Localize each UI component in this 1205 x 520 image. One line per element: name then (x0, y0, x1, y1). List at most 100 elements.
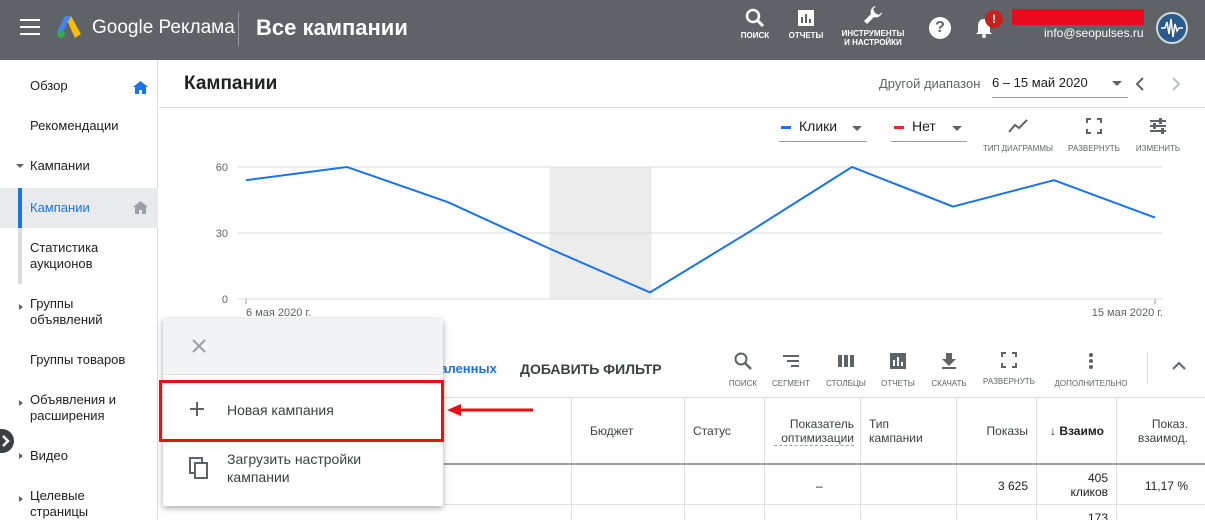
annotation-highlight-box (159, 380, 444, 442)
row-interactions-cell: 173 (1087, 511, 1108, 520)
fullscreen-icon (1086, 118, 1102, 134)
download-button[interactable]: СКАЧАТЬ (927, 352, 971, 388)
chart-expand-button[interactable]: РАЗВЕРНУТЬ (1064, 118, 1124, 153)
wrench-icon (864, 6, 882, 24)
tools-settings-button[interactable]: ИНСТРУМЕНТЫ И НАСТРОЙКИ (840, 4, 906, 47)
sidebar-item-label: Обзор (30, 78, 68, 93)
chevron-right-icon (19, 453, 23, 459)
metric2-underline (891, 141, 967, 142)
more-label: ДОПОЛНИТЕЛЬНО (1054, 379, 1128, 388)
home-icon[interactable] (133, 201, 148, 214)
segment-button[interactable]: СЕГМЕНТ (769, 352, 813, 388)
columns-button[interactable]: СТОЛБЦЫ (823, 352, 869, 388)
header-line1: Показ. (1151, 417, 1188, 431)
sidebar-item-label-line1: Статистика (30, 240, 99, 255)
sidebar-item-auction-insights[interactable]: Статистика аукционов (0, 228, 158, 284)
chevron-left-icon[interactable] (1135, 77, 1145, 91)
bar-chart-icon (890, 353, 906, 369)
metric2-select[interactable]: Нет (894, 118, 936, 134)
table-reports-label: ОТЧЕТЫ (881, 379, 915, 388)
chevron-down-icon[interactable] (1112, 81, 1122, 86)
sidebar-item-ads-extensions[interactable]: Объявления и расширения (0, 392, 158, 426)
sidebar-item-video[interactable]: Видео (0, 448, 158, 468)
column-header-budget[interactable]: Бюджет (590, 424, 633, 490)
column-divider (1036, 398, 1037, 520)
date-range-label: Другой диапазон (879, 76, 981, 91)
total-rate-cell: 11,17 % (1144, 479, 1188, 493)
menu-icon[interactable] (20, 19, 40, 35)
avatar[interactable] (1156, 12, 1188, 44)
home-icon[interactable] (133, 81, 148, 94)
date-range-select[interactable]: 6 – 15 май 2020 (992, 75, 1088, 90)
metric2-label: Нет (912, 118, 936, 134)
chevron-up-icon[interactable] (1172, 361, 1186, 371)
close-icon[interactable] (191, 338, 207, 354)
column-header-interaction-rate[interactable]: Показ. взаимод. (1124, 417, 1188, 483)
header-line1: Тип (869, 417, 890, 431)
column-divider (764, 398, 765, 520)
metric1-color-swatch (781, 125, 791, 129)
series-line-clicks (245, 165, 1156, 294)
metric1-select[interactable]: Клики (781, 118, 837, 134)
tools-label-line2: И НАСТРОЙКИ (844, 38, 902, 47)
metric1-underline (779, 141, 867, 142)
column-header-campaign-type[interactable]: Тип кампании (869, 417, 923, 483)
column-divider (571, 398, 572, 520)
total-interactions-cell: 405 кликов (1040, 471, 1108, 499)
reports-tool-button[interactable]: ОТЧЕТЫ (786, 8, 826, 40)
copy-icon (189, 457, 208, 479)
google-ads-logo-icon (57, 16, 81, 38)
header-line2: взаимод. (1137, 431, 1188, 445)
page-heading: Все кампании (256, 15, 408, 40)
add-filter-button[interactable]: ДОБАВИТЬ ФИЛЬТР (520, 361, 662, 377)
search-icon (734, 352, 752, 370)
tune-icon (1150, 118, 1166, 134)
row-divider (444, 504, 1205, 505)
more-vert-icon (1089, 353, 1093, 369)
page-title: Кампании (184, 73, 278, 94)
metric2-color-swatch (894, 125, 904, 129)
column-divider (860, 398, 861, 520)
sidebar-item-recommendations[interactable]: Рекомендации (0, 118, 158, 138)
y-tick-label: 30 (216, 228, 228, 240)
more-button[interactable]: ДОПОЛНИТЕЛЬНО (1052, 352, 1130, 388)
upload-settings-menu-item[interactable]: Загрузить настройки кампании (163, 449, 443, 493)
help-icon[interactable]: ? (929, 17, 951, 39)
y-tick-label: 60 (216, 162, 228, 174)
date-range-underline (992, 97, 1128, 98)
divider (159, 107, 1205, 108)
table-reports-button[interactable]: ОТЧЕТЫ (879, 352, 917, 388)
account-email[interactable]: info@seopulses.ru (1044, 26, 1144, 40)
table-search-button[interactable]: ПОИСК (726, 352, 760, 388)
search-tool-label: ПОИСК (740, 31, 770, 40)
chart-type-button[interactable]: ТИП ДИАГРАММЫ (980, 118, 1056, 153)
sidebar-item-label-line2: объявлений (30, 312, 103, 327)
column-divider (1116, 398, 1117, 520)
column-header-optimization-score[interactable]: Показатель оптимизации (774, 417, 854, 483)
redacted-account-name (1012, 9, 1144, 25)
chevron-down-icon[interactable] (952, 126, 962, 131)
sidebar-item-label: Рекомендации (30, 118, 119, 133)
column-header-status[interactable]: Статус (693, 424, 731, 490)
sidebar-item-campaigns[interactable]: Кампании (0, 188, 158, 228)
chevron-down-icon[interactable] (852, 126, 862, 131)
sidebar-item-ad-groups[interactable]: Группы объявлений (0, 296, 158, 330)
download-icon (942, 353, 956, 369)
sidebar: Обзор Рекомендации Кампании Кампании Ста… (0, 60, 158, 520)
sidebar-item-label-line2: расширения (30, 408, 105, 423)
sidebar-item-campaigns-group[interactable]: Кампании (0, 158, 158, 178)
annotation-arrow-icon (447, 404, 533, 416)
sidebar-item-landing-pages[interactable]: Целевые страницы (0, 488, 158, 520)
table-expand-button[interactable]: РАЗВЕРНУТЬ (980, 352, 1038, 386)
divider (238, 12, 239, 46)
sidebar-item-product-groups[interactable]: Группы товаров (0, 352, 158, 372)
chart-edit-button[interactable]: ИЗМЕНИТЬ (1132, 118, 1184, 153)
header-line1: Показатель (789, 417, 854, 431)
search-tool-button[interactable]: ПОИСК (738, 8, 772, 40)
column-divider (684, 398, 685, 520)
column-divider (956, 398, 957, 520)
chevron-right-icon[interactable] (1171, 77, 1181, 91)
avatar-wave-icon (1161, 18, 1183, 38)
sub-indicator (18, 228, 22, 284)
reports-tool-label: ОТЧЕТЫ (788, 31, 824, 40)
